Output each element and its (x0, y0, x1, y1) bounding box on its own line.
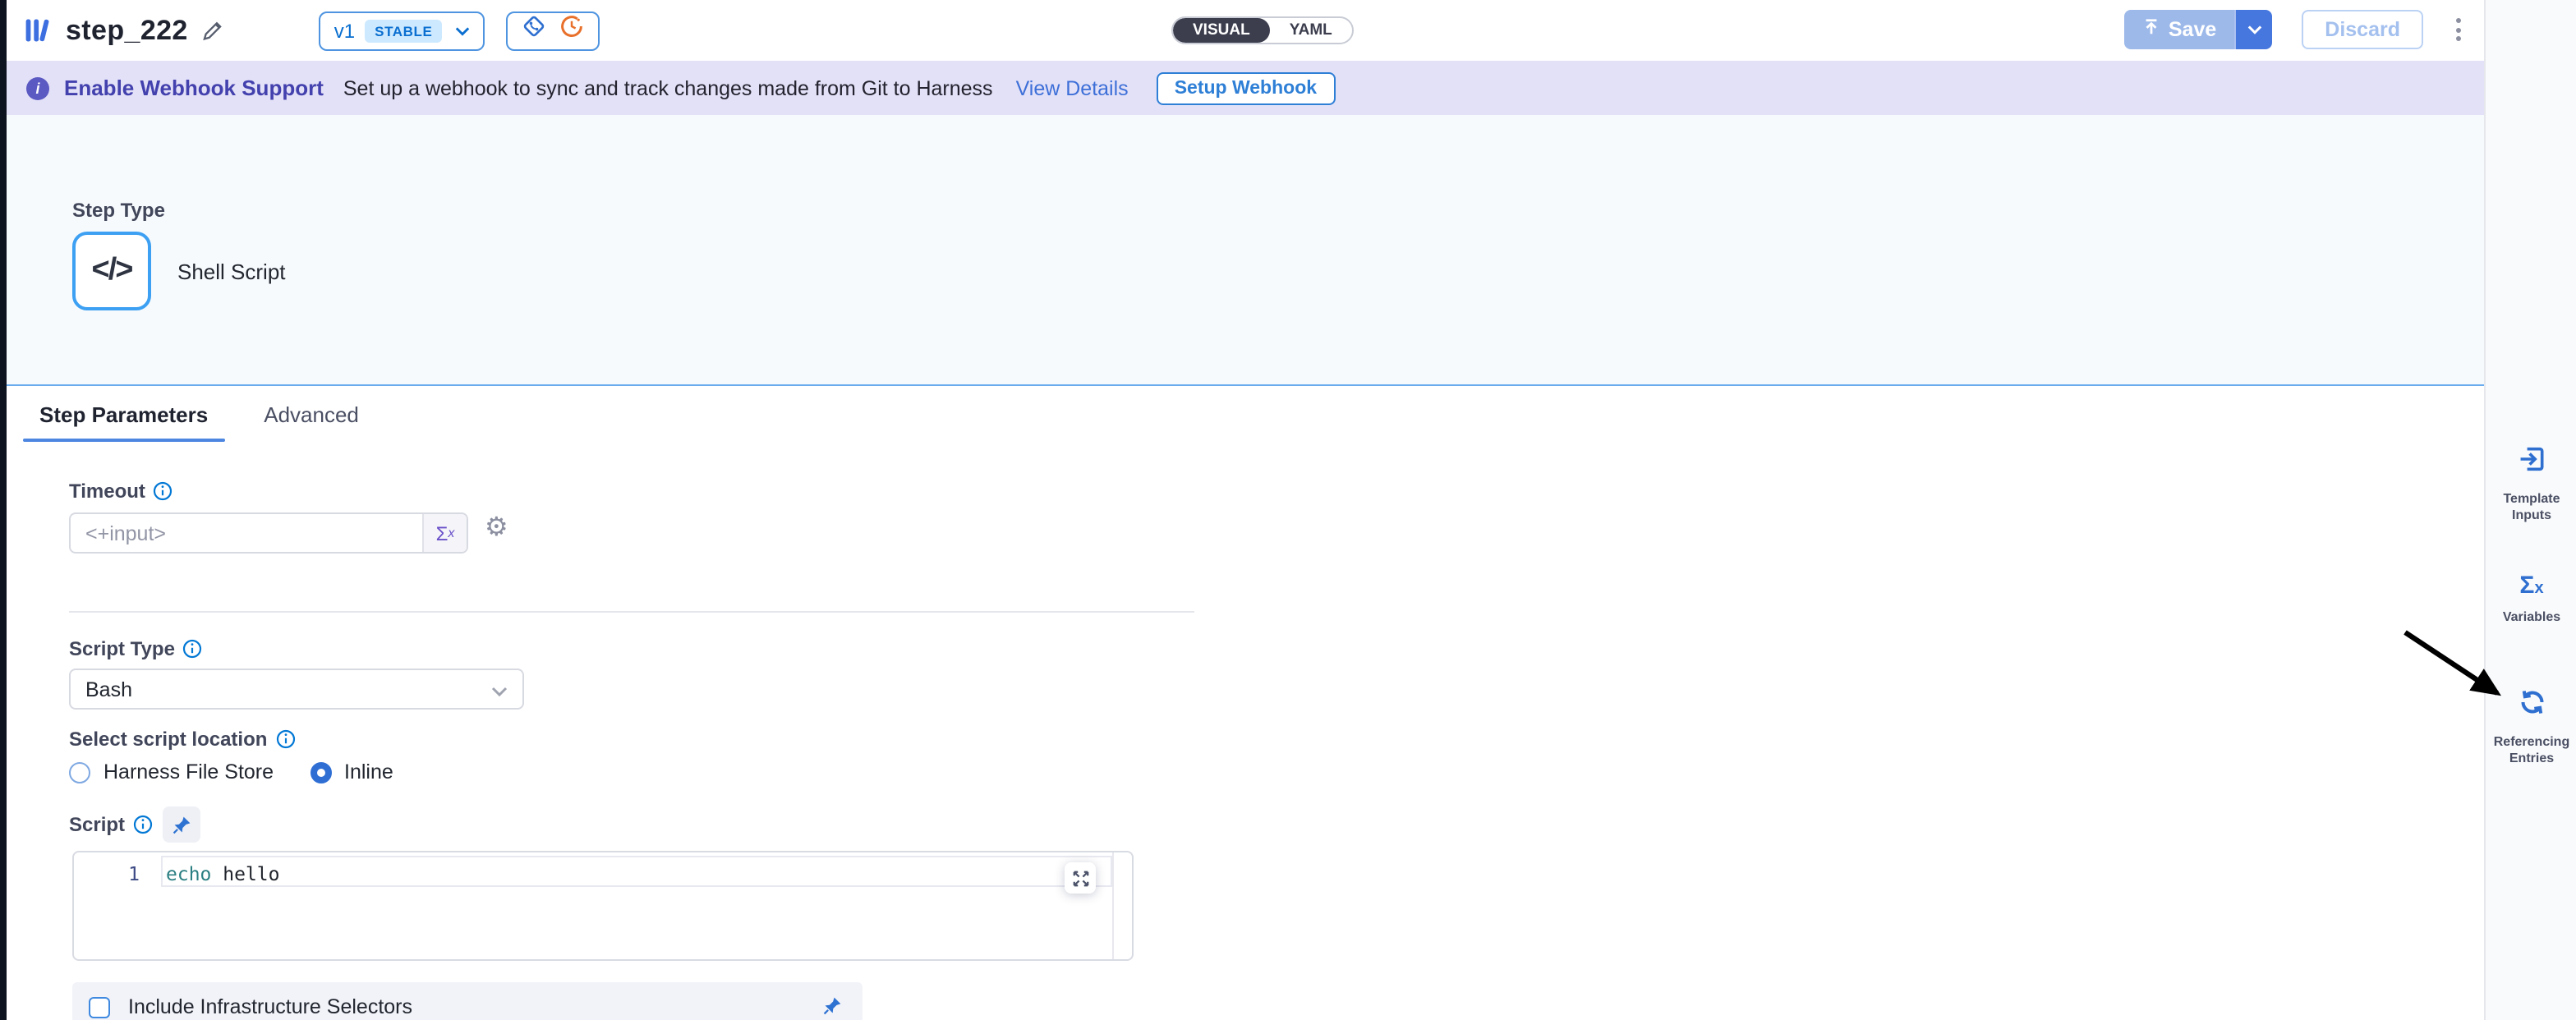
page-title: step_222 (66, 14, 188, 47)
save-button[interactable]: Save (2124, 10, 2234, 49)
timeout-input[interactable] (71, 514, 422, 552)
step-type-value: Shell Script (177, 260, 286, 284)
edit-pencil-icon[interactable] (201, 19, 224, 42)
info-icon: i (26, 76, 49, 99)
tab-yaml[interactable]: YAML (1270, 18, 1352, 43)
line-number: 1 (74, 862, 140, 885)
discard-button[interactable]: Discard (2302, 10, 2423, 49)
template-inputs-icon (2518, 445, 2546, 481)
include-infra-checkbox[interactable] (89, 996, 110, 1018)
script-type-select[interactable]: Bash (69, 669, 524, 710)
variables-sigma-icon: Σx (2519, 572, 2543, 600)
script-location-options: Harness File Store Inline (69, 760, 393, 783)
radio-label[interactable]: Inline (344, 760, 393, 783)
entity-meta-box[interactable] (506, 11, 600, 50)
sidebar-item-variables[interactable]: Σx Variables (2486, 572, 2576, 626)
timeout-field-group: Σx (69, 512, 468, 554)
step-parameters-form: Timeout Σx ⚙ Script Type Bash (7, 442, 2484, 1020)
app-window: step_222 v1 STABLE (0, 0, 2576, 1020)
sidebar-item-label: Template Inputs (2486, 491, 2576, 524)
sidebar-item-label: Referencing Entries (2486, 734, 2576, 767)
chevron-down-icon (491, 674, 508, 704)
current-line-highlight (161, 856, 1112, 887)
setup-webhook-button[interactable]: Setup Webhook (1157, 71, 1335, 104)
gear-icon[interactable]: ⚙ (485, 516, 508, 542)
section-divider (69, 611, 1194, 613)
right-sidebar: Template Inputs Σx Variables Referencing… (2484, 0, 2576, 1020)
step-type-section: Step Type </> Shell Script (7, 115, 2484, 386)
step-tabs: Step Parameters Advanced (7, 388, 2484, 442)
sidebar-item-template-inputs[interactable]: Template Inputs (2486, 445, 2576, 524)
banner-message: Set up a webhook to sync and track chang… (343, 76, 993, 99)
referencing-refresh-icon (2518, 688, 2546, 724)
code-keyword: echo (166, 862, 211, 885)
info-icon[interactable] (154, 481, 173, 501)
save-options-button[interactable] (2234, 10, 2272, 49)
radio-label[interactable]: Harness File Store (104, 760, 274, 783)
info-icon[interactable] (275, 729, 295, 749)
include-infra-label: Include Infrastructure Selectors (128, 995, 412, 1018)
view-details-link[interactable]: View Details (1016, 76, 1129, 99)
script-label: Script (69, 813, 153, 836)
sidebar-item-referencing-entries[interactable]: Referencing Entries (2486, 688, 2576, 767)
info-icon[interactable] (133, 815, 153, 834)
save-button-label: Save (2169, 18, 2216, 41)
left-nav-edge (0, 0, 7, 1020)
shell-script-step-card[interactable]: </> (72, 232, 151, 310)
more-options-kebab-icon[interactable] (2450, 11, 2468, 48)
sidebar-item-label: Variables (2503, 609, 2560, 626)
tab-advanced[interactable]: Advanced (254, 388, 369, 442)
script-location-label: Select script location (69, 728, 295, 751)
header-actions: Save Discard (2124, 10, 2468, 49)
visual-yaml-toggle: VISUAL YAML (1171, 16, 1354, 44)
editor-scrollbar[interactable] (1112, 852, 1114, 959)
script-type-value: Bash (85, 678, 132, 701)
save-split-button: Save (2124, 10, 2272, 49)
sigma-expression-icon[interactable]: Σx (422, 514, 467, 552)
radio-inline[interactable] (310, 761, 331, 783)
tab-visual[interactable]: VISUAL (1173, 18, 1270, 43)
version-label: v1 (334, 19, 355, 42)
code-argument: hello (211, 862, 279, 885)
include-infra-row: Include Infrastructure Selectors (72, 982, 862, 1020)
tab-step-parameters[interactable]: Step Parameters (30, 388, 218, 442)
upload-arrow-icon (2142, 18, 2160, 41)
git-sync-icon (521, 13, 547, 48)
stable-badge: STABLE (365, 19, 442, 42)
step-type-label: Step Type (72, 199, 165, 222)
version-dropdown[interactable]: v1 STABLE (320, 11, 485, 50)
radio-harness-file-store[interactable] (69, 761, 90, 783)
info-icon[interactable] (183, 639, 203, 659)
banner-title: Enable Webhook Support (64, 76, 324, 100)
script-type-label: Script Type (69, 637, 203, 660)
webhook-banner: i Enable Webhook Support Set up a webhoo… (7, 61, 2484, 115)
code-line: echo hello (166, 862, 280, 885)
timer-icon (559, 13, 585, 48)
timeout-label: Timeout (69, 480, 173, 503)
expand-icon[interactable] (1065, 862, 1096, 894)
pin-icon[interactable] (163, 806, 200, 843)
script-code-editor[interactable]: 1 echo hello (72, 851, 1134, 961)
pin-icon[interactable] (821, 995, 843, 1020)
chevron-down-icon (455, 25, 470, 35)
code-brackets-icon: </> (92, 253, 132, 289)
harness-logo-icon (23, 16, 53, 44)
